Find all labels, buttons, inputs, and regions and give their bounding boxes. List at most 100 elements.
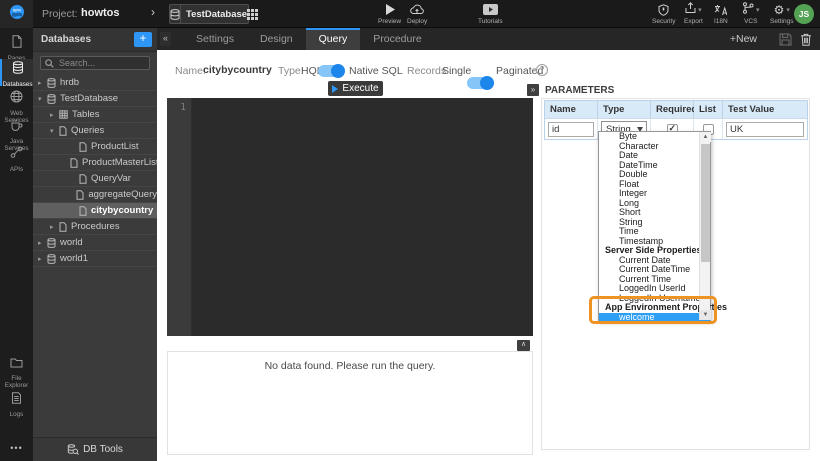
type-option[interactable]: Short — [599, 208, 710, 218]
param-test-value-input[interactable] — [726, 122, 804, 137]
wavemaker-studio: Project: howtos › TestDatabase Preview D… — [0, 0, 820, 461]
i18n-button[interactable]: I18N — [714, 3, 728, 25]
type-option-label: Current DateTime — [619, 264, 690, 274]
type-option-native-sql[interactable]: Native SQL — [349, 65, 403, 77]
tree-item[interactable]: Tables — [33, 107, 157, 123]
sidebar-search[interactable] — [40, 56, 150, 70]
help-icon[interactable]: ? — [536, 64, 548, 76]
tree-expand-arrow[interactable] — [50, 223, 59, 231]
tree-item[interactable]: QueryVar — [33, 171, 157, 187]
empty-results-message: No data found. Please run the query. — [168, 360, 532, 372]
db-tools-label: DB Tools — [83, 444, 123, 455]
param-name-input[interactable] — [548, 122, 594, 137]
editor-gutter: 1 — [167, 98, 192, 336]
export-label: Export — [684, 18, 703, 25]
tree-expand-arrow[interactable] — [38, 79, 47, 87]
tree-item[interactable]: world — [33, 235, 157, 251]
dropdown-scrollbar[interactable]: ▲ ▼ — [699, 132, 710, 320]
play-icon — [385, 3, 395, 16]
records-option-single[interactable]: Single — [442, 65, 471, 77]
type-option-label: welcome — [619, 312, 655, 322]
tab[interactable]: Procedure — [360, 28, 434, 50]
rail-item-file-explorer[interactable]: File Explorer — [0, 353, 33, 389]
type-option-label: LoggedIn Username — [619, 293, 701, 303]
tab[interactable]: Settings — [183, 28, 247, 50]
export-button[interactable]: ▾ Export — [684, 3, 703, 25]
topbar: Project: howtos › TestDatabase Preview D… — [0, 0, 820, 28]
type-option[interactable]: Long — [599, 199, 710, 209]
more-options-icon[interactable]: ••• — [0, 443, 33, 453]
search-input[interactable] — [57, 57, 142, 69]
breadcrumb-chevron-icon: › — [151, 5, 155, 19]
tree-expand-arrow[interactable] — [38, 95, 47, 103]
tab[interactable]: Query — [306, 28, 361, 50]
type-label: Type: — [278, 65, 304, 77]
vcs-button[interactable]: ▾ VCS — [742, 3, 760, 25]
tree-expand-arrow[interactable] — [50, 127, 59, 135]
db-tools-button[interactable]: DB Tools — [33, 437, 157, 461]
execute-label: Execute — [342, 83, 378, 94]
preview-button[interactable]: Preview — [378, 3, 401, 25]
tree-item[interactable]: world1 — [33, 251, 157, 267]
grid-view-icon[interactable] — [247, 9, 258, 20]
tree-item[interactable]: hrdb — [33, 75, 157, 91]
rail-item-logs[interactable]: Logs — [0, 389, 33, 418]
tree-expand-arrow[interactable] — [50, 111, 59, 119]
tree-item[interactable]: TestDatabase — [33, 91, 157, 107]
preview-label: Preview — [378, 18, 401, 25]
sql-editor[interactable]: 1 — [167, 98, 533, 336]
tab[interactable]: Design — [247, 28, 306, 50]
tutorials-label: Tutorials — [478, 18, 503, 25]
type-option[interactable]: String — [599, 218, 710, 228]
tree-item-label: Procedures — [71, 221, 120, 232]
type-option[interactable]: Integer — [599, 189, 710, 199]
tree-item[interactable]: ProductMasterList — [33, 155, 157, 171]
tree-item[interactable]: citybycountry — [33, 203, 157, 219]
rail-item-pages[interactable]: Pages — [0, 33, 33, 62]
type-option[interactable]: Character — [599, 142, 710, 152]
sql-code-line[interactable] — [198, 102, 238, 113]
execute-button[interactable]: Execute — [328, 81, 383, 96]
user-avatar[interactable]: JS — [794, 4, 814, 24]
rail-item-databases[interactable]: Databases — [0, 59, 33, 86]
deploy-button[interactable]: Deploy — [407, 3, 427, 25]
tutorials-button[interactable]: Tutorials — [478, 3, 503, 25]
type-option-label: Server Side Properties — [605, 245, 702, 255]
scroll-down-arrow[interactable]: ▼ — [700, 310, 711, 320]
security-button[interactable]: Security — [652, 3, 675, 25]
query-file-icon — [59, 126, 67, 136]
rail-item-apis[interactable]: APIs — [0, 144, 33, 173]
type-option[interactable]: welcome — [599, 313, 710, 323]
tree-item[interactable]: Procedures — [33, 219, 157, 235]
type-option-label: Long — [619, 198, 639, 208]
query-name-value[interactable]: citybycountry — [203, 64, 272, 76]
delete-icon[interactable] — [800, 33, 812, 46]
collapse-editor-button[interactable]: ∧ — [517, 340, 530, 351]
tree-item[interactable]: ProductList — [33, 139, 157, 155]
type-toggle[interactable] — [318, 65, 344, 77]
databases-sidebar: Databases + hrdb TestDatabase — [33, 28, 157, 461]
type-option[interactable]: Float — [599, 180, 710, 190]
column-header: List — [694, 101, 723, 118]
add-database-button[interactable]: + — [134, 32, 152, 47]
settings-button[interactable]: ⚙▾ Settings — [770, 3, 794, 25]
tree-item[interactable]: aggregateQuery — [33, 187, 157, 203]
new-query-button[interactable]: +New — [730, 33, 757, 45]
tree-expand-arrow[interactable] — [38, 255, 47, 263]
scroll-up-arrow[interactable]: ▲ — [700, 132, 711, 142]
type-option[interactable]: Double — [599, 170, 710, 180]
database-selector[interactable]: TestDatabase — [169, 4, 249, 24]
tree-expand-arrow[interactable] — [38, 239, 47, 247]
database-icon — [47, 238, 56, 248]
column-header: Test Value — [723, 101, 807, 118]
page-icon — [11, 35, 23, 53]
collapse-sidebar-button[interactable]: « — [160, 32, 171, 46]
records-toggle[interactable] — [467, 77, 493, 89]
app-logo[interactable] — [0, 0, 33, 28]
scrollbar-thumb[interactable] — [701, 144, 710, 262]
expand-parameters-button[interactable]: » — [527, 84, 539, 96]
save-icon[interactable] — [779, 33, 792, 46]
project-label: Project: — [42, 8, 78, 20]
tree-item[interactable]: Queries — [33, 123, 157, 139]
type-option[interactable]: DateTime — [599, 161, 710, 171]
